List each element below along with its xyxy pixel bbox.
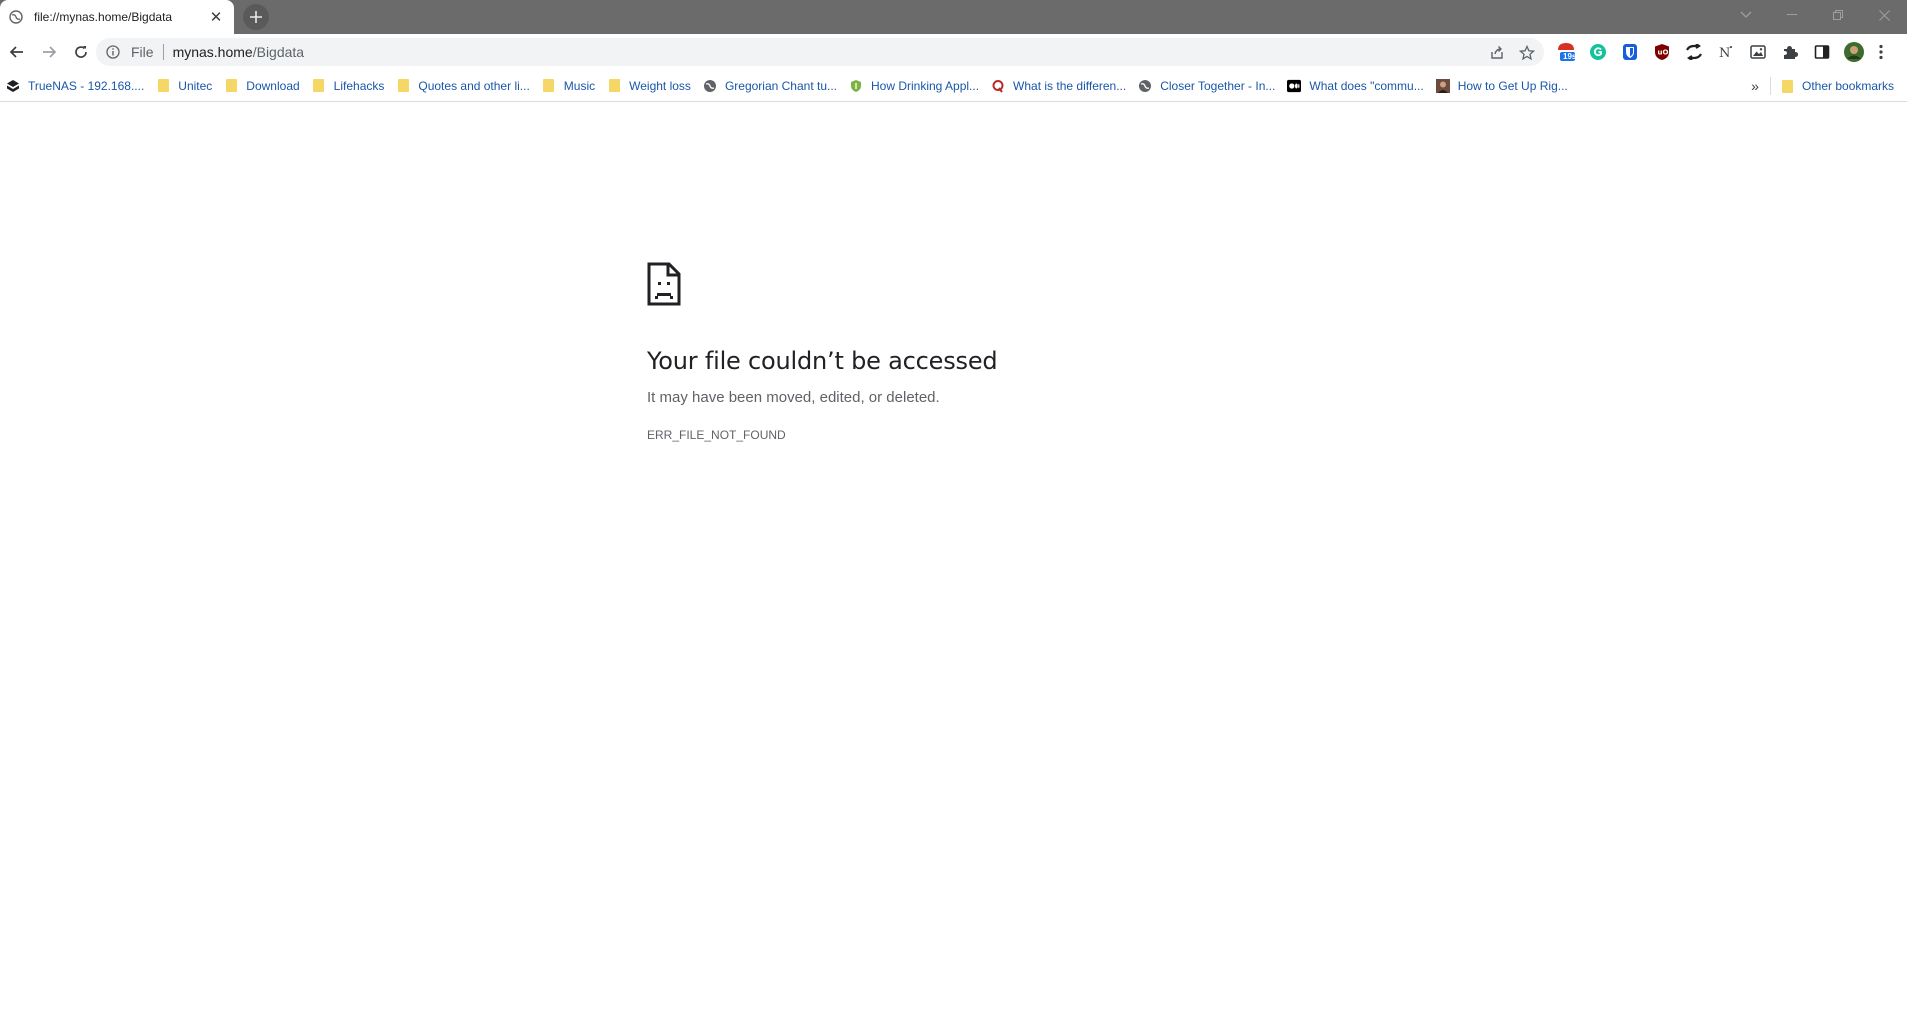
bookmark-star-icon[interactable] [1516,42,1538,64]
bookmark-what-does-commu[interactable]: What does "commu... [1281,72,1429,100]
bookmark-label: Lifehacks [333,78,385,93]
folder-icon [396,79,410,93]
bookmark-other-bookmarks[interactable]: Other bookmarks [1774,72,1900,100]
forward-button[interactable] [34,37,64,67]
bookmark-label: Gregorian Chant tu... [724,78,837,93]
url-text[interactable]: mynas.home/Bigdata [173,44,305,60]
error-page: Your file couldn’t be accessed It may ha… [647,262,1267,442]
back-button[interactable] [2,37,32,67]
bookmark-label: Music [563,78,596,93]
globe-icon [703,79,717,93]
bookmark-label: Other bookmarks [1802,79,1895,93]
bookmark-label: TrueNAS - 192.168.... [28,78,145,93]
arrow-right-icon [43,46,57,58]
shield-leaf-icon [849,79,863,93]
sad-file-icon [647,262,681,306]
bookmark-folder-lifehacks[interactable]: Lifehacks [306,72,391,100]
bookmark-label: Download [246,78,300,93]
grammarly-icon[interactable] [1586,37,1610,67]
bookmark-how-to-get-up[interactable]: How to Get Up Rig... [1430,72,1574,100]
bookmarks-overflow-chevron-icon[interactable]: » [1744,72,1766,100]
globe-icon [1138,79,1152,93]
plus-icon [250,11,262,23]
bookmark-label: Weight loss [629,78,691,93]
bookmark-what-is-the-difference[interactable]: What is the differen... [985,72,1132,100]
bookmark-folder-weight-loss[interactable]: Weight loss [601,72,697,100]
error-code: ERR_FILE_NOT_FOUND [647,428,786,442]
menu-kebab-icon[interactable] [1874,37,1888,67]
error-description: It may have been moved, edited, or delet… [647,389,940,406]
extensions-row: 19s uO N [1554,37,1896,67]
quora-icon [991,79,1005,93]
url-host: mynas.home [172,44,253,60]
browser-toolbar: File mynas.home/Bigdata 19s uO N [0,34,1907,70]
site-info-icon[interactable] [105,44,121,60]
tab-active[interactable]: file://mynas.home/Bigdata ✕ [0,0,234,34]
bookmark-folder-unitec[interactable]: Unitec [150,72,218,100]
bookmark-label: How to Get Up Rig... [1457,78,1568,93]
notion-icon[interactable]: N [1714,37,1738,67]
reload-icon [75,46,87,58]
tab-search-icon[interactable] [1723,0,1769,30]
sync-arrows-icon[interactable] [1682,37,1706,67]
medium-icon [1287,79,1302,93]
side-panel-icon[interactable] [1810,37,1834,67]
bookmark-how-drinking[interactable]: How Drinking Appl... [843,72,985,100]
puzzle-extensions-icon[interactable] [1778,37,1802,67]
bookmark-label: Quotes and other li... [418,78,530,93]
folder-icon [156,79,170,93]
arrow-left-icon [9,46,23,58]
globe-icon [8,9,24,25]
close-window-button[interactable] [1861,0,1907,30]
folder-icon [1780,79,1794,93]
bookmark-label: How Drinking Appl... [871,78,980,93]
window-controls [1723,0,1907,30]
bookmark-label: What is the differen... [1013,78,1127,93]
profile-avatar[interactable] [1842,37,1866,67]
truenas-icon [6,79,20,93]
address-bar[interactable]: File mynas.home/Bigdata [96,38,1544,66]
ublock-icon[interactable]: uO [1650,37,1674,67]
bookmarks-bar: TrueNAS - 192.168.... Unitec Download Li… [0,70,1907,102]
folder-icon [607,79,621,93]
bookmarks-divider [1770,77,1771,95]
bookmark-truenas[interactable]: TrueNAS - 192.168.... [0,72,150,100]
bookmark-closer-together[interactable]: Closer Together - In... [1132,72,1281,100]
restore-button[interactable] [1815,0,1861,30]
tab-close-icon[interactable]: ✕ [206,7,226,27]
bookmark-folder-music[interactable]: Music [536,72,601,100]
share-icon[interactable] [1486,42,1508,64]
bookmark-gregorian-chant[interactable]: Gregorian Chant tu... [697,72,843,100]
url-scheme-label: File [131,44,164,60]
folder-icon [224,79,238,93]
bookmark-folder-quotes[interactable]: Quotes and other li... [390,72,535,100]
error-title: Your file couldn’t be accessed [647,347,998,375]
svg-text:N: N [1719,46,1730,60]
image-icon[interactable] [1746,37,1770,67]
bookmark-label: Closer Together - In... [1160,78,1276,93]
svg-text:uO: uO [1658,49,1669,57]
tab-title: file://mynas.home/Bigdata [34,10,173,24]
folder-icon [542,79,556,93]
url-path: /Bigdata [252,44,305,60]
reload-button[interactable] [66,37,96,67]
extension-badge-count: 19s [1563,52,1577,61]
bookmark-label: Unitec [178,78,213,93]
new-tab-button[interactable] [243,4,269,30]
tab-strip: file://mynas.home/Bigdata ✕ [0,0,1907,34]
thumbnail-icon [1435,78,1450,93]
extension-badge-icon[interactable]: 19s [1554,37,1578,67]
folder-icon [312,79,326,93]
minimize-button[interactable] [1769,0,1815,30]
bitwarden-icon[interactable] [1618,37,1642,67]
bookmark-folder-download[interactable]: Download [218,72,305,100]
bookmark-label: What does "commu... [1309,78,1424,93]
